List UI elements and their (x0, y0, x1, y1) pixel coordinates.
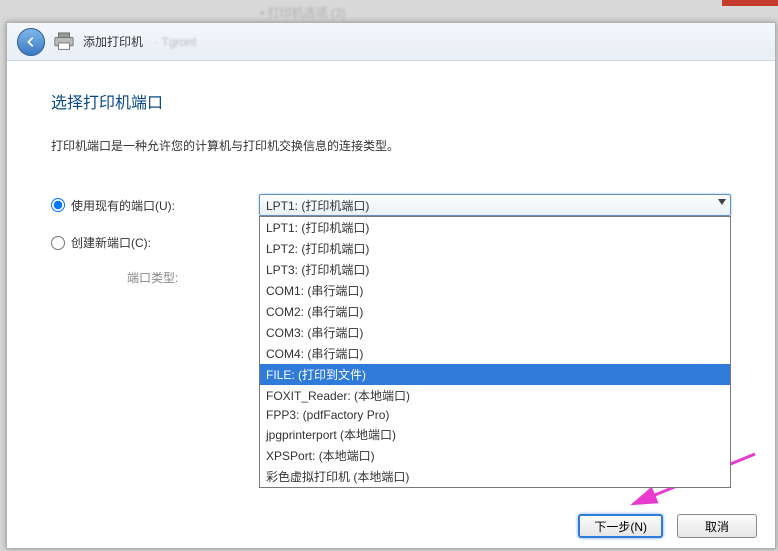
dropdown-item[interactable]: FOXIT_Reader: (本地端口) (260, 385, 730, 406)
dropdown-item[interactable]: XPSPort: (本地端口) (260, 445, 730, 466)
radio-use-existing-input[interactable] (51, 198, 65, 212)
topbar-title: 添加打印机 (83, 33, 143, 50)
dropdown-item[interactable]: LPT3: (打印机端口) (260, 259, 730, 280)
background-text: • 打印机选项 (3) (260, 4, 346, 21)
chevron-down-icon (718, 199, 726, 205)
back-arrow-icon (24, 35, 38, 49)
row-use-existing: 使用现有的端口(U): LPT1: (打印机端口) LPT1: (打印机端口)L… (51, 194, 731, 216)
dropdown-item[interactable]: 彩色虚拟打印机 (本地端口) (260, 466, 730, 487)
port-dropdown[interactable]: LPT1: (打印机端口)LPT2: (打印机端口)LPT3: (打印机端口)C… (259, 216, 731, 488)
wizard-window: 添加打印机 · Tgront 选择打印机端口 打印机端口是一种允许您的计算机与打… (6, 22, 776, 549)
radio-use-existing[interactable]: 使用现有的端口(U): (51, 197, 259, 214)
dropdown-item[interactable]: COM2: (串行端口) (260, 301, 730, 322)
port-combobox-value: LPT1: (打印机端口) (266, 197, 369, 214)
dropdown-item[interactable]: FPP3: (pdfFactory Pro) (260, 406, 730, 424)
cancel-button[interactable]: 取消 (677, 514, 757, 538)
page-subtext: 打印机端口是一种允许您的计算机与打印机交换信息的连接类型。 (51, 137, 731, 154)
radio-create-new[interactable]: 创建新端口(C): (51, 234, 281, 251)
dropdown-item[interactable]: COM3: (串行端口) (260, 322, 730, 343)
printer-icon (53, 32, 75, 52)
radio-use-existing-label[interactable]: 使用现有的端口(U): (71, 197, 175, 214)
footer: 下一步(N) 取消 (578, 514, 757, 538)
dropdown-item[interactable]: COM1: (串行端口) (260, 280, 730, 301)
port-combo-wrap: LPT1: (打印机端口) LPT1: (打印机端口)LPT2: (打印机端口)… (259, 194, 731, 216)
content-area: 选择打印机端口 打印机端口是一种允许您的计算机与打印机交换信息的连接类型。 使用… (7, 61, 775, 286)
radio-create-new-input[interactable] (51, 236, 65, 250)
back-button[interactable] (17, 28, 45, 56)
dropdown-item[interactable]: LPT1: (打印机端口) (260, 217, 730, 238)
next-button[interactable]: 下一步(N) (578, 514, 663, 538)
dropdown-item[interactable]: COM4: (串行端口) (260, 343, 730, 364)
dropdown-item[interactable]: LPT2: (打印机端口) (260, 238, 730, 259)
topbar-blur-text: · Tgront (151, 35, 196, 49)
port-type-label: 端口类型: (51, 269, 281, 286)
window-close-fragment (722, 0, 778, 6)
page-heading: 选择打印机端口 (51, 89, 731, 113)
dropdown-item[interactable]: FILE: (打印到文件) (260, 364, 730, 385)
radio-create-new-label[interactable]: 创建新端口(C): (71, 234, 151, 251)
topbar: 添加打印机 · Tgront (7, 23, 775, 61)
dropdown-item[interactable]: jpgprinterport (本地端口) (260, 424, 730, 445)
port-combobox[interactable]: LPT1: (打印机端口) (259, 194, 731, 216)
